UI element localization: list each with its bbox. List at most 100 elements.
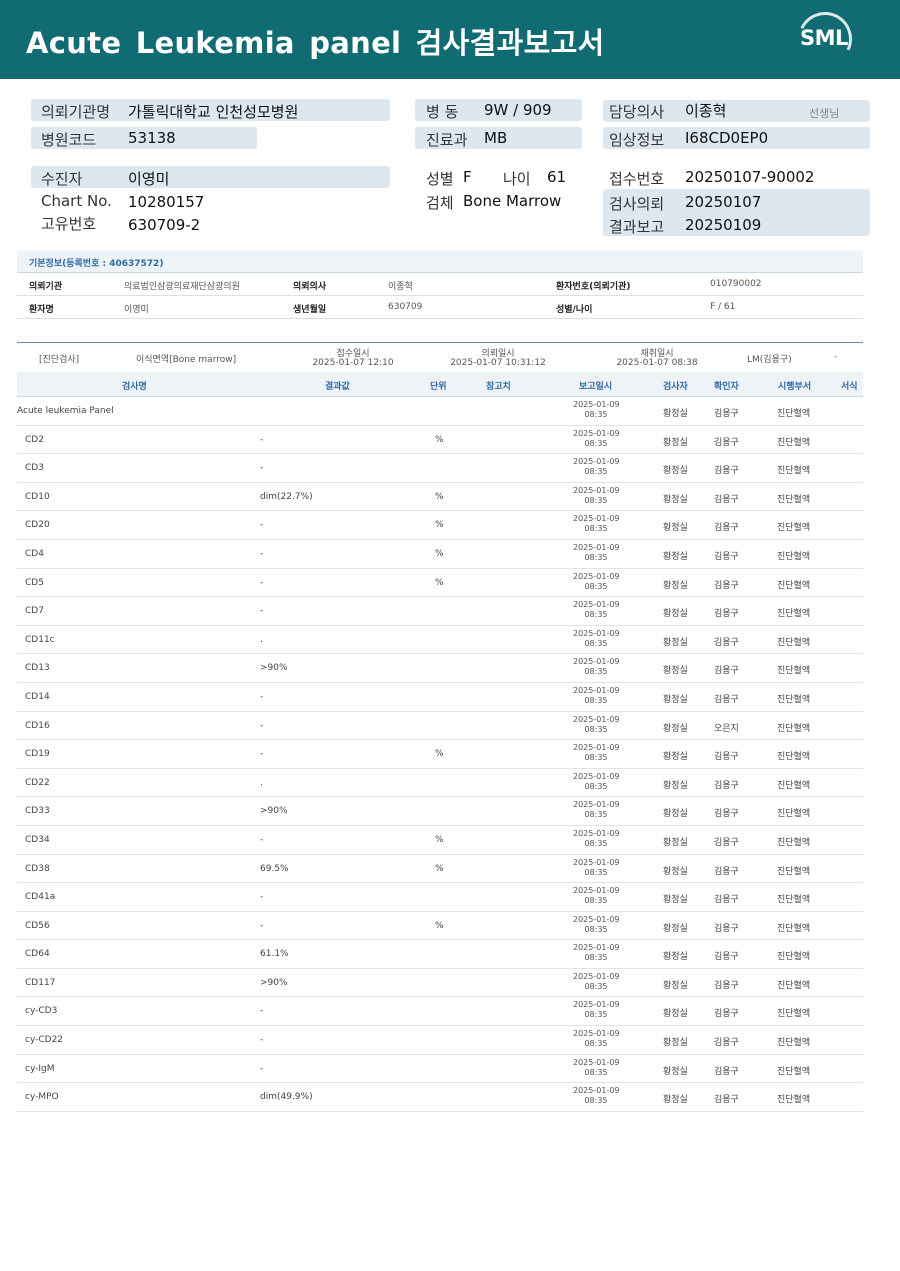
table-row: CD14 - 황정실 김용구 진단혈액 2025-01-09 08:35 [17,683,863,712]
report-time: 08:35 [584,753,608,763]
confirmer: 김용구 [714,952,739,963]
report-time: 08:35 [584,810,608,820]
department: 진단혈액 [777,923,811,934]
result-value: 69.5% [260,863,289,874]
report-datetime: 2025-01-09 08:35 [573,485,620,506]
result-value: dim(22.7%) [260,491,313,502]
report-time: 08:35 [584,1039,608,1049]
department: 진단혈액 [777,1009,811,1020]
clinical-value: I68CD0EP0 [685,129,769,147]
confirmer: 김용구 [714,923,739,934]
report-date: 2025-01-09 [573,485,620,495]
table-row: CD34 -% 황정실 김용구 진단혈액 2025-01-09 08:35 [17,826,863,855]
age-value: 61 [547,168,567,186]
basic-info: 기본정보(등록번호 : 40637572) 의뢰기관 의료법인삼광의료재단삼광의… [17,251,863,319]
department: 진단혈액 [777,494,811,505]
technician: 황정실 [663,952,688,963]
result-value: >90% [260,977,288,988]
technician: 황정실 [663,723,688,734]
col-ref: 참고치 [486,382,511,392]
confirmer: 김용구 [714,551,739,562]
result-value: - [260,691,264,702]
age-label: 나이 [503,170,531,188]
exam-reporter: LM(김용구) [747,355,792,365]
technician: 황정실 [663,551,688,562]
report-date: 2025-01-09 [573,800,620,810]
report-date: 2025-01-09 [573,771,620,781]
result-value: - [260,720,264,731]
exam-dash: - [834,352,838,362]
technician: 황정실 [663,437,688,448]
table-row: cy-MPO dim(49.9%) 황정실 김용구 진단혈액 2025-01-09 08:3… [17,1083,863,1112]
test-name: cy-IgM [25,1063,55,1074]
test-name: CD33 [25,806,50,817]
unit: % [435,834,444,845]
exam-category: [진단검사] [39,355,80,365]
technician: 황정실 [663,866,688,877]
report-date: 2025-01-09 [573,657,620,667]
dept-label: 진료과 [426,131,468,149]
doctor-value: 이종혁 [685,102,727,120]
technician: 황정실 [663,923,688,934]
table-row: CD33 >90% 황정실 김용구 진단혈액 2025-01-09 08:35 [17,797,863,826]
result-value: . [260,634,263,645]
result-value: - [260,749,264,760]
bi-doctor-label: 의뢰의사 [293,282,327,292]
col-dept: 시행부서 [778,382,812,392]
report-header: Acute Leukemia panel 검사결과보고서 SML [0,0,900,79]
bi-birth-value: 630709 [388,302,423,312]
test-name: cy-CD22 [25,1035,64,1046]
report-datetime: 2025-01-09 08:35 [573,915,620,935]
test-name: CD19 [25,749,50,760]
report-time: 08:35 [584,1096,608,1106]
confirmer: 김용구 [714,895,739,906]
technician: 황정실 [663,837,688,848]
bi-birth-label: 생년월일 [293,305,327,315]
technician: 황정실 [663,409,688,419]
report-datetime: 2025-01-09 08:35 [573,400,620,420]
result-value: - [260,892,264,903]
department: 진단혈액 [777,780,811,791]
result-value: dim(49.9%) [260,1092,313,1103]
test-name: CD7 [25,606,44,617]
report-time: 08:35 [584,724,608,734]
report-datetime: 2025-01-09 08:35 [573,686,620,706]
department: 진단혈액 [777,1038,811,1049]
test-name: CD117 [25,977,56,988]
table-row: CD10 dim(22.7%)% 황정실 김용구 진단혈액 2025-01-09 08:35 [17,483,863,512]
technician: 황정실 [663,1038,688,1049]
institution-value: 가톨릭대학교 인천성모병원 [128,103,299,121]
receipt-label: 접수번호 [609,170,665,188]
report-time: 08:35 [584,495,608,505]
technician: 황정실 [663,809,688,820]
report-datetime: 2025-01-09 08:35 [573,1086,620,1106]
technician: 황정실 [663,466,688,477]
dept-value: MB [484,129,508,147]
col-confirm: 확인자 [714,382,739,392]
result-value: - [260,434,264,445]
test-name: CD38 [25,863,50,874]
confirmer: 김용구 [714,1066,739,1077]
report-date: 2025-01-09 [573,571,620,581]
confirmer: 김용구 [714,694,739,705]
report-datetime: 2025-01-09 08:35 [573,629,620,649]
report-datetime: 2025-01-09 08:35 [573,571,620,592]
bi-patient-value: 이영미 [124,305,149,315]
bi-doctor-value: 이종혁 [388,282,413,292]
report-date: 2025-01-09 [573,943,620,953]
report-date: 2025-01-09 [573,600,620,610]
patient-pill [31,166,390,188]
confirmer: 김용구 [714,609,739,620]
exam-specimen: 이식면역[Bone marrow] [136,355,237,365]
specimen-label: 검체 [426,194,454,212]
technician: 황정실 [663,980,688,991]
report-date: 2025-01-09 [573,428,620,438]
department: 진단혈액 [777,666,811,677]
result-value: - [260,920,264,931]
bi-sexage-label: 성별/나이 [556,305,593,315]
technician: 황정실 [663,1009,688,1020]
report-time: 08:35 [584,838,608,848]
technician: 황정실 [663,1066,688,1077]
report-time: 08:35 [584,438,608,448]
table-row: CD7 - 황정실 김용구 진단혈액 2025-01-09 08:35 [17,597,863,626]
